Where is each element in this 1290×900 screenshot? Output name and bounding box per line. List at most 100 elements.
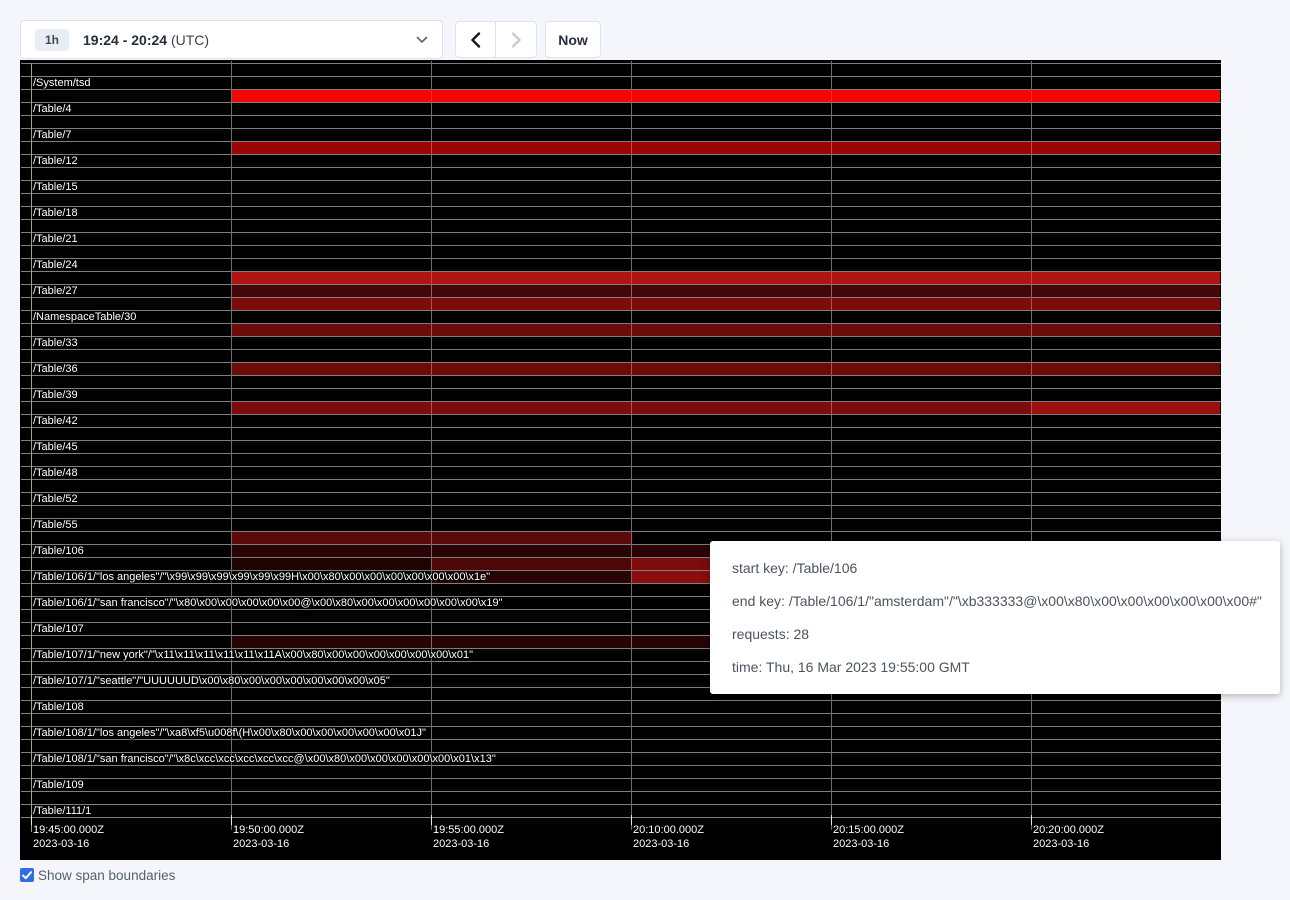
- span-boundary-line: [21, 115, 1221, 116]
- span-boundary-line: [21, 102, 1221, 103]
- span-boundary-line: [21, 63, 1221, 64]
- span-boundary-line: [21, 154, 1221, 155]
- span-boundary-line: [21, 505, 1221, 506]
- range-duration-badge: 1h: [35, 29, 69, 51]
- span-boundary-line: [21, 713, 1221, 714]
- row-key-label: /Table/108: [33, 700, 84, 714]
- chevron-down-icon: [416, 36, 428, 44]
- time-grid-line: [231, 61, 232, 830]
- range-timezone: (UTC): [167, 32, 209, 48]
- axis-tick: [31, 815, 32, 825]
- heat-band: [1032, 402, 1220, 414]
- span-boundary-line: [21, 804, 1221, 805]
- row-key-label: /Table/107/1/"seattle"/"UUUUUUD\x00\x80\…: [33, 674, 390, 688]
- heat-band: [232, 402, 1032, 414]
- axis-tick-date: 2023-03-16: [833, 838, 889, 851]
- row-key-label: /Table/36: [33, 362, 78, 376]
- tooltip-time: time: Thu, 16 Mar 2023 19:55:00 GMT: [732, 651, 1258, 684]
- prev-range-button[interactable]: [455, 21, 496, 58]
- row-key-label: /Table/108/1/"san francisco"/"\x8c\xcc\x…: [33, 752, 496, 766]
- time-grid-line: [431, 61, 432, 830]
- span-boundary-line: [21, 817, 1221, 818]
- span-boundary-line: [21, 349, 1221, 350]
- heat-band: [232, 558, 432, 570]
- axis-tick-date: 2023-03-16: [33, 838, 89, 851]
- now-button[interactable]: Now: [545, 21, 601, 58]
- time-grid-line: [1031, 61, 1032, 830]
- row-key-label: /Table/107/1/"new york"/"\x11\x11\x11\x1…: [33, 648, 473, 662]
- row-key-label: /Table/109: [33, 778, 84, 792]
- heat-band: [232, 298, 1220, 310]
- row-key-label: /Table/52: [33, 492, 78, 506]
- heat-band: [232, 532, 632, 544]
- heat-band: [232, 272, 1220, 284]
- heat-band: [232, 363, 1220, 375]
- row-key-label: /Table/48: [33, 466, 78, 480]
- key-visualizer-heatmap[interactable]: /System/tsd/Table/4/Table/7/Table/12/Tab…: [20, 60, 1221, 860]
- row-key-label: /Table/24: [33, 258, 78, 272]
- span-boundary-line: [21, 310, 1221, 311]
- tooltip-requests: requests: 28: [732, 618, 1258, 651]
- axis-tick-date: 2023-03-16: [1033, 838, 1089, 851]
- row-key-label: /Table/39: [33, 388, 78, 402]
- axis-tick-time: 20:10:00.000Z: [633, 824, 704, 837]
- show-span-boundaries-checkbox[interactable]: [20, 868, 34, 882]
- row-key-label: /Table/12: [33, 154, 78, 168]
- row-key-label: /Table/106: [33, 544, 84, 558]
- heat-band: [232, 142, 1220, 154]
- span-boundary-line: [21, 791, 1221, 792]
- span-boundary-line: [21, 167, 1221, 168]
- span-boundary-line: [21, 700, 1221, 701]
- show-span-boundaries-label: Show span boundaries: [38, 868, 175, 883]
- span-boundary-line: [21, 219, 1221, 220]
- row-key-label: /Table/18: [33, 206, 78, 220]
- heat-band: [432, 558, 632, 570]
- axis-tick-time: 19:50:00.000Z: [233, 824, 304, 837]
- span-boundary-line: [21, 336, 1221, 337]
- row-key-label: /Table/15: [33, 180, 78, 194]
- span-boundary-line: [21, 479, 1221, 480]
- next-range-button[interactable]: [496, 21, 537, 58]
- keyspace-axis-line: [31, 63, 32, 832]
- span-boundary-line: [21, 76, 1221, 77]
- span-boundary-line: [21, 245, 1221, 246]
- tooltip-end-key: end key: /Table/106/1/"amsterdam"/"\xb33…: [732, 585, 1258, 618]
- range-times: 19:24 - 20:24: [83, 32, 167, 48]
- heat-band: [232, 324, 1220, 336]
- row-key-label: /NamespaceTable/30: [33, 310, 136, 324]
- key-visualizer-page: 1h 19:24 - 20:24 (UTC) Now /System/tsd/T…: [0, 0, 1290, 900]
- axis-tick-date: 2023-03-16: [633, 838, 689, 851]
- hover-tooltip: start key: /Table/106 end key: /Table/10…: [710, 541, 1280, 694]
- span-boundary-line: [21, 518, 1221, 519]
- time-range-selector[interactable]: 1h 19:24 - 20:24 (UTC): [20, 20, 443, 59]
- row-key-label: /Table/106/1/"los angeles"/"\x99\x99\x99…: [33, 570, 490, 584]
- span-boundary-line: [21, 388, 1221, 389]
- row-key-label: /Table/33: [33, 336, 78, 350]
- span-boundary-line: [21, 128, 1221, 129]
- row-key-label: /Table/21: [33, 232, 78, 246]
- row-key-label: /Table/42: [33, 414, 78, 428]
- span-boundary-line: [21, 180, 1221, 181]
- span-boundary-line: [21, 258, 1221, 259]
- span-boundary-line: [21, 375, 1221, 376]
- axis-tick: [431, 815, 432, 825]
- row-key-label: /Table/27: [33, 284, 78, 298]
- heat-band: [232, 285, 1220, 297]
- time-grid-line: [831, 61, 832, 830]
- span-boundary-line: [21, 453, 1221, 454]
- range-text: 19:24 - 20:24 (UTC): [83, 32, 209, 48]
- range-nav-group: [455, 21, 537, 58]
- span-boundary-line: [21, 440, 1221, 441]
- row-key-label: /Table/7: [33, 128, 72, 142]
- time-grid-line: [631, 61, 632, 830]
- row-key-label: /Table/45: [33, 440, 78, 454]
- row-key-label: /Table/4: [33, 102, 72, 116]
- span-boundary-line: [21, 466, 1221, 467]
- span-boundary-line: [21, 778, 1221, 779]
- span-boundary-line: [21, 414, 1221, 415]
- footer: Show span boundaries: [20, 867, 175, 883]
- axis-tick-time: 20:15:00.000Z: [833, 824, 904, 837]
- span-boundary-line: [21, 427, 1221, 428]
- span-boundary-line: [21, 232, 1221, 233]
- span-boundary-line: [21, 206, 1221, 207]
